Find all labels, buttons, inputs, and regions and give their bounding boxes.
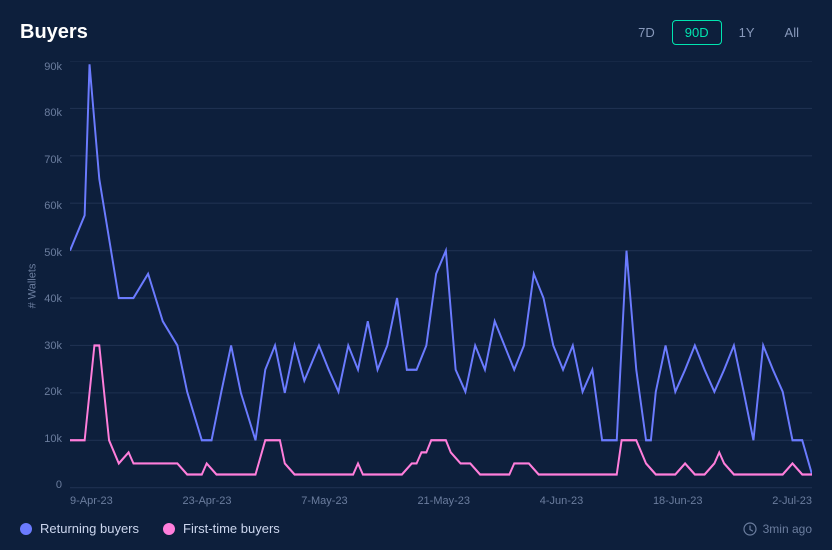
timestamp-badge: 3min ago	[743, 522, 812, 536]
y-label-10k: 10k	[44, 433, 62, 445]
x-label-4: 4-Jun-23	[540, 495, 583, 511]
x-label-5: 18-Jun-23	[653, 495, 703, 511]
firsttime-dot	[163, 523, 175, 535]
x-label-2: 7-May-23	[301, 495, 347, 511]
y-label-30k: 30k	[44, 340, 62, 352]
x-label-3: 21-May-23	[417, 495, 470, 511]
returning-buyers-line	[70, 64, 812, 474]
x-label-1: 23-Apr-23	[183, 495, 232, 511]
filter-all[interactable]: All	[772, 20, 812, 45]
line-chart	[70, 61, 812, 491]
firsttime-label: First-time buyers	[183, 521, 280, 536]
chart-header: Buyers 7D 90D 1Y All	[20, 20, 812, 45]
y-label-0: 0	[56, 479, 62, 491]
y-label-90k: 90k	[44, 61, 62, 73]
y-label-50k: 50k	[44, 247, 62, 259]
clock-icon	[743, 522, 757, 536]
x-axis: 9-Apr-23 23-Apr-23 7-May-23 21-May-23 4-…	[70, 491, 812, 511]
y-axis: 90k 80k 70k 60k 50k 40k 30k 20k 10k 0 # …	[20, 61, 70, 511]
chart-area: 90k 80k 70k 60k 50k 40k 30k 20k 10k 0 # …	[20, 61, 812, 511]
returning-label: Returning buyers	[40, 521, 139, 536]
y-label-60k: 60k	[44, 200, 62, 212]
x-label-0: 9-Apr-23	[70, 495, 113, 511]
returning-dot	[20, 523, 32, 535]
chart-title: Buyers	[20, 21, 88, 44]
chart-container: Buyers 7D 90D 1Y All 90k 80k 70k 60k 50k…	[0, 0, 832, 550]
legend-returning: Returning buyers	[20, 521, 139, 536]
x-label-6: 2-Jul-23	[772, 495, 812, 511]
y-axis-title: # Wallets	[26, 264, 38, 309]
filter-1y[interactable]: 1Y	[726, 20, 768, 45]
filter-90d[interactable]: 90D	[672, 20, 722, 45]
legend-firsttime: First-time buyers	[163, 521, 280, 536]
y-label-70k: 70k	[44, 154, 62, 166]
y-label-80k: 80k	[44, 107, 62, 119]
filter-7d[interactable]: 7D	[625, 20, 668, 45]
y-label-40k: 40k	[44, 293, 62, 305]
chart-body: 9-Apr-23 23-Apr-23 7-May-23 21-May-23 4-…	[70, 61, 812, 511]
timestamp-text: 3min ago	[763, 522, 812, 536]
time-filter-group: 7D 90D 1Y All	[625, 20, 812, 45]
y-label-20k: 20k	[44, 386, 62, 398]
chart-legend: Returning buyers First-time buyers 3min …	[20, 511, 812, 540]
